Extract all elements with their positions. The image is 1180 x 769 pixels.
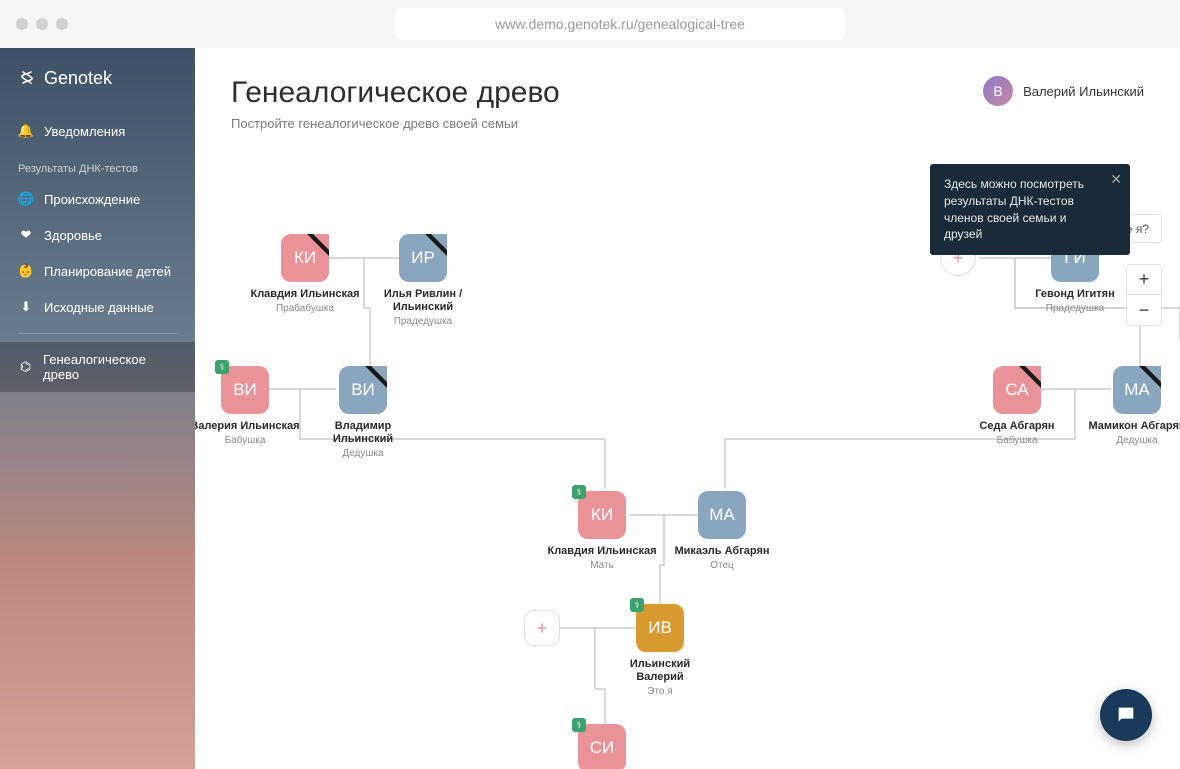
node-initials: КИ (294, 248, 316, 268)
dna-badge-icon: ⚕ (572, 485, 586, 499)
nav-label: Уведомления (44, 124, 125, 139)
dna-badge-icon: ⚕ (215, 360, 229, 374)
tree-node-me[interactable]: ⚕ИВ Ильинский Валерий Это я (605, 604, 715, 697)
node-relation: Бабушка (195, 435, 300, 446)
brand-text: Genotek (44, 68, 112, 89)
node-relation: Прадедушка (368, 316, 478, 327)
node-name: Владимир Ильинский (308, 420, 418, 446)
nav-divider (18, 333, 177, 334)
node-initials: ВИ (233, 380, 257, 400)
node-relation: Мать (547, 560, 657, 571)
heartbeat-icon: ❤ (18, 227, 34, 243)
node-name: Илья Ривлин / Ильинский (368, 288, 478, 314)
nav-label: Планирование детей (44, 264, 171, 279)
brand-logo: Genotek (0, 68, 195, 113)
tree-node-vi-m[interactable]: ВИ Владимир Ильинский Дедушка (308, 366, 418, 459)
main-area: Генеалогическое древо Постройте генеалог… (195, 48, 1180, 769)
profile-name: Валерий Ильинский (1023, 84, 1144, 99)
node-initials: СА (1005, 380, 1028, 400)
add-partner-button[interactable]: + (524, 610, 560, 646)
node-name: Гевонд Игитян (1020, 288, 1130, 301)
node-name: Клавдия Ильинская (547, 545, 657, 558)
dna-badge-icon: ⚕ (572, 718, 586, 732)
profile-widget[interactable]: В Валерий Ильинский (983, 76, 1144, 106)
node-initials: КИ (591, 505, 613, 525)
nav-section-results: Результаты ДНК-тестов (0, 149, 195, 181)
node-initials: ВИ (351, 380, 375, 400)
baby-icon: 👶 (18, 263, 34, 279)
node-name: Седа Абгарян (962, 420, 1072, 433)
node-name: Мамикон Абгарян (1082, 420, 1180, 433)
zoom-controls: + − (1126, 264, 1162, 326)
nav-rawdata[interactable]: ⬇ Исходные данные (0, 289, 195, 325)
url-bar[interactable]: www.demo.genotek.ru/genealogical-tree (395, 8, 845, 40)
traffic-lights (16, 18, 68, 30)
nav-notifications[interactable]: 🔔 Уведомления (0, 113, 195, 149)
node-name: Ильинский Валерий (605, 658, 715, 684)
tree-node-sa[interactable]: СА Седа Абгарян Бабушка (962, 366, 1072, 446)
node-relation: Это я (605, 686, 715, 697)
nav-label: Здоровье (44, 228, 102, 243)
dna-badge-icon: ⚕ (630, 598, 644, 612)
avatar: В (983, 76, 1013, 106)
tree-node-ir[interactable]: ИР Илья Ривлин / Ильинский Прадедушка (368, 234, 478, 327)
page-subtitle: Постройте генеалогическое древо своей се… (231, 116, 983, 131)
chat-icon (1115, 704, 1137, 726)
sidebar: Genotek 🔔 Уведомления Результаты ДНК-тес… (0, 48, 195, 769)
browser-topbar: www.demo.genotek.ru/genealogical-tree (0, 0, 1180, 48)
chat-button[interactable] (1100, 689, 1152, 741)
close-icon[interactable]: ✕ (1110, 172, 1122, 186)
node-relation: Дедушка (308, 448, 418, 459)
nav-origin[interactable]: 🌐 Происхождение (0, 181, 195, 217)
node-initials: СИ (590, 738, 615, 758)
tree-node-ma2[interactable]: МА Микаэль Абгарян Отец (667, 491, 777, 571)
tree-node-ki1[interactable]: КИ Клавдия Ильинская Прабабушка (250, 234, 360, 314)
node-name: Микаэль Абгарян (667, 545, 777, 558)
hint-tooltip: Здесь можно посмотреть результаты ДНК-те… (930, 164, 1130, 255)
node-relation: Дедушка (1082, 435, 1180, 446)
node-relation: Отец (667, 560, 777, 571)
node-initials: МА (1124, 380, 1150, 400)
tree-node-vi-f[interactable]: ⚕ВИ Валерия Ильинская Бабушка (195, 366, 300, 446)
tree-node-ki2[interactable]: ⚕КИ Клавдия Ильинская Мать (547, 491, 657, 571)
page-title: Генеалогическое древо (231, 76, 983, 110)
node-initials: ИР (411, 248, 435, 268)
zoom-in-button[interactable]: + (1127, 265, 1161, 295)
tooltip-text: Здесь можно посмотреть результаты ДНК-те… (944, 177, 1084, 241)
node-relation: Прадедушка (1020, 303, 1130, 314)
page-header: Генеалогическое древо Постройте генеалог… (195, 48, 1180, 141)
nav-planning[interactable]: 👶 Планирование детей (0, 253, 195, 289)
dna-brand-icon (18, 70, 36, 88)
tree-icon: ⌬ (18, 359, 33, 375)
nav-label: Генеалогическое древо (43, 352, 177, 382)
nav-label: Исходные данные (44, 300, 154, 315)
tree-node-ma[interactable]: МА Мамикон Абгарян Дедушка (1082, 366, 1180, 446)
node-name: Валерия Ильинская (195, 420, 300, 433)
tree-canvas[interactable]: ⛶ Развернуть экран 📍 Где я? + − (195, 196, 1180, 769)
node-relation: Бабушка (962, 435, 1072, 446)
bell-icon: 🔔 (18, 123, 34, 139)
globe-icon: 🌐 (18, 191, 34, 207)
nav-label: Происхождение (44, 192, 140, 207)
tree-node-si[interactable]: ⚕СИ София Ильинская Дочь (547, 724, 657, 769)
node-initials: МА (709, 505, 735, 525)
nav-tree[interactable]: ⌬ Генеалогическое древо (0, 342, 195, 392)
download-icon: ⬇ (18, 299, 34, 315)
node-initials: ИВ (648, 618, 672, 638)
nav-health[interactable]: ❤ Здоровье (0, 217, 195, 253)
node-relation: Прабабушка (250, 303, 360, 314)
zoom-out-button[interactable]: − (1127, 295, 1161, 325)
node-name: Клавдия Ильинская (250, 288, 360, 301)
